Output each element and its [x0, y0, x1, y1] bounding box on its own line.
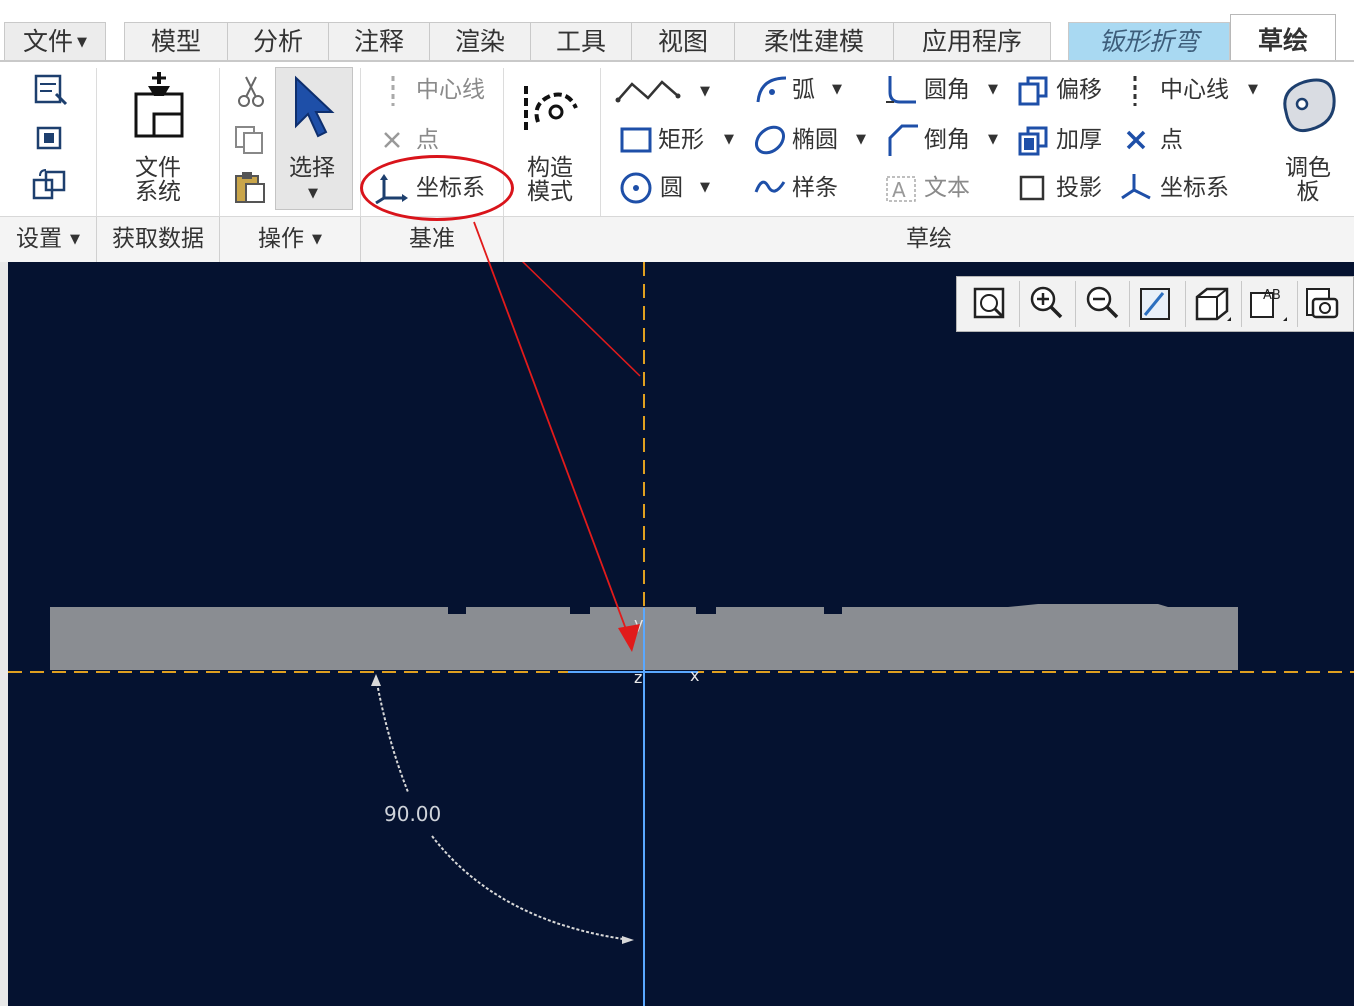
annotation-arrowhead-icon: [618, 624, 640, 652]
zoom-in-icon[interactable]: [1023, 281, 1071, 327]
snapshot-icon[interactable]: [1301, 281, 1349, 327]
separator: [1075, 281, 1076, 327]
separator: [1185, 281, 1186, 327]
separator: [1297, 281, 1298, 327]
separator: [1019, 281, 1020, 327]
annotation-arrow-line: [473, 221, 631, 641]
separator: [1241, 281, 1242, 327]
view-toolbar: AB: [956, 276, 1354, 332]
display-style-icon[interactable]: [1189, 281, 1237, 327]
svg-text:AB: AB: [1263, 288, 1281, 303]
zoom-out-icon[interactable]: [1079, 281, 1127, 327]
annotation-overlay: [473, 221, 640, 652]
refit-icon[interactable]: [967, 281, 1015, 327]
separator: [1129, 281, 1130, 327]
repaint-icon[interactable]: [1133, 281, 1181, 327]
saved-orientations-icon[interactable]: AB: [1245, 281, 1293, 327]
